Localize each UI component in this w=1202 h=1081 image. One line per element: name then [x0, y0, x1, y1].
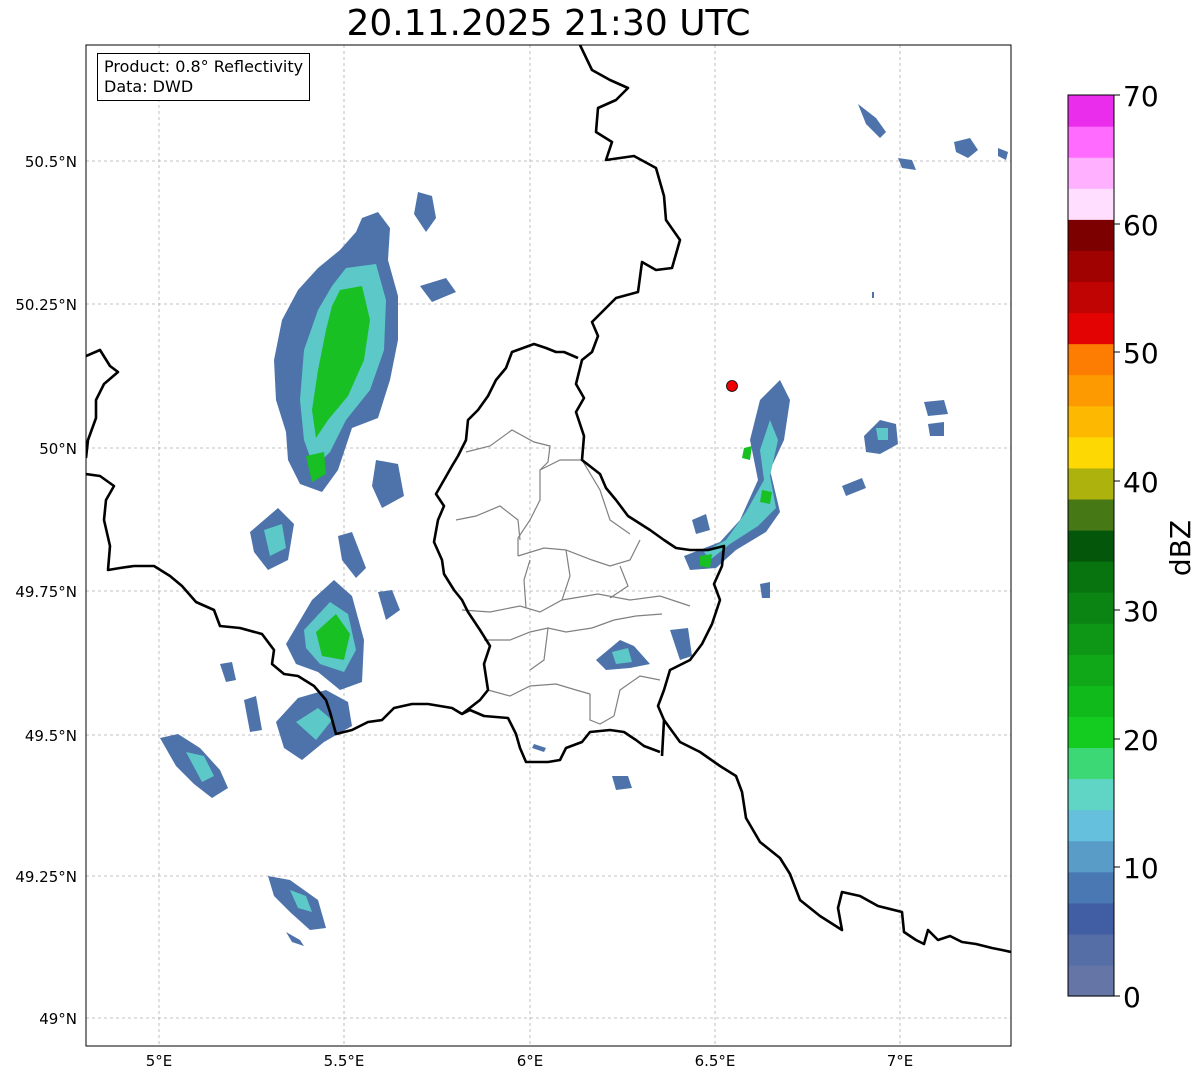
echo-weak	[612, 776, 632, 790]
lat-tick-labels: 50.5°N 50.25°N 50°N 49.75°N 49.5°N 49.25…	[15, 153, 77, 1028]
colorbar-segment	[1068, 871, 1114, 904]
colorbar-tick-label: 20	[1123, 724, 1159, 757]
lat-tick-label: 49.25°N	[15, 868, 77, 886]
colorbar-tick-label: 30	[1123, 595, 1159, 628]
lon-tick-label: 7°E	[887, 1052, 914, 1070]
colorbar-tick-label: 70	[1123, 80, 1159, 113]
echo-weak	[684, 380, 790, 570]
colorbar-segment	[1068, 809, 1114, 842]
echo-strong	[700, 554, 712, 568]
colorbar-segment	[1068, 933, 1114, 966]
echo-strong	[742, 446, 752, 460]
product-info-box: Product: 0.8° Reflectivity Data: DWD	[97, 53, 311, 101]
echo-weak	[244, 696, 262, 732]
colorbar-segments	[1068, 95, 1114, 997]
colorbar-segment	[1068, 281, 1114, 314]
colorbar-segment	[1068, 623, 1114, 655]
colorbar-segment	[1068, 592, 1114, 624]
echo-weak	[872, 292, 874, 298]
colorbar-segment	[1068, 747, 1114, 780]
colorbar-label: dBZ	[1164, 520, 1197, 576]
echo-weak	[220, 662, 236, 682]
echo-weak	[898, 158, 916, 170]
lat-tick-label: 50°N	[39, 440, 77, 458]
lon-tick-label: 6.5°E	[695, 1052, 736, 1070]
echo-weak	[420, 278, 456, 302]
colorbar-segment	[1068, 467, 1114, 500]
colorbar-tick-labels: 70 60 50 40 30 20 10 0	[1123, 80, 1159, 1014]
colorbar-tick-label: 60	[1123, 209, 1159, 242]
lat-tick-label: 49.5°N	[25, 727, 77, 745]
echo-weak	[924, 400, 948, 416]
echo-weak	[414, 192, 436, 232]
lat-tick-label: 49.75°N	[15, 583, 77, 601]
colorbar-segment	[1068, 95, 1114, 127]
echo-weak	[760, 582, 770, 598]
colorbar-segment	[1068, 529, 1114, 562]
grid-lines	[86, 45, 1011, 1046]
colorbar-tick-label: 50	[1123, 337, 1159, 370]
colorbar-segment	[1068, 157, 1114, 189]
echo-weak	[692, 514, 710, 534]
lat-tick-label: 50.25°N	[15, 296, 77, 314]
echo-weak	[670, 628, 692, 660]
regional-borders	[455, 429, 691, 725]
colorbar-segment	[1068, 685, 1114, 717]
colorbar-segment	[1068, 436, 1114, 469]
colorbar-segment	[1068, 405, 1114, 438]
colorbar-tick-label: 40	[1123, 466, 1159, 499]
echo-weak	[286, 932, 304, 946]
lon-tick-label: 5.5°E	[324, 1052, 365, 1070]
colorbar-segment	[1068, 840, 1114, 873]
lat-tick-label: 50.5°N	[25, 153, 77, 171]
colorbar-segment	[1068, 312, 1114, 345]
colorbar-segment	[1068, 498, 1114, 531]
colorbar-segment	[1068, 343, 1114, 376]
echo-weak	[338, 532, 366, 578]
colorbar-tick-label: 0	[1123, 981, 1141, 1014]
data-source-text: Data: DWD	[104, 77, 194, 96]
echo-weak	[954, 138, 978, 158]
colorbar-segment	[1068, 902, 1114, 935]
lon-tick-labels: 5°E 5.5°E 6°E 6.5°E 7°E	[146, 1052, 914, 1070]
colorbar-segment	[1068, 654, 1114, 686]
colorbar-ticks	[1114, 94, 1120, 997]
radar-echoes	[160, 104, 1008, 946]
colorbar-segment	[1068, 561, 1114, 593]
echo-moderate	[876, 428, 888, 440]
colorbar-segment	[1068, 126, 1114, 158]
national-borders	[86, 45, 1011, 954]
product-text: Product: 0.8° Reflectivity	[104, 57, 304, 76]
echo-weak	[842, 478, 866, 496]
lon-tick-label: 6°E	[517, 1052, 544, 1070]
colorbar-segment	[1068, 964, 1114, 997]
echo-weak	[998, 148, 1008, 160]
echo-strong	[760, 490, 772, 504]
echo-weak	[372, 460, 404, 508]
echo-weak	[858, 104, 886, 138]
colorbar-segment	[1068, 250, 1114, 283]
echo-weak	[378, 590, 400, 620]
echo-weak	[928, 422, 944, 436]
map-frame	[85, 44, 1012, 1047]
colorbar-segment	[1068, 716, 1114, 749]
colorbar-tick-label: 10	[1123, 852, 1159, 885]
radar-figure: 50.5°N 50.25°N 50°N 49.75°N 49.5°N 49.25…	[15, 44, 1197, 1070]
colorbar-segment	[1068, 374, 1114, 407]
lon-tick-label: 5°E	[146, 1052, 173, 1070]
colorbar-segment	[1068, 219, 1114, 251]
colorbar-segment	[1068, 188, 1114, 220]
colorbar-segment	[1068, 778, 1114, 811]
lat-tick-label: 49°N	[39, 1010, 77, 1028]
radar-site-marker	[726, 380, 738, 392]
echo-weak	[532, 744, 546, 752]
